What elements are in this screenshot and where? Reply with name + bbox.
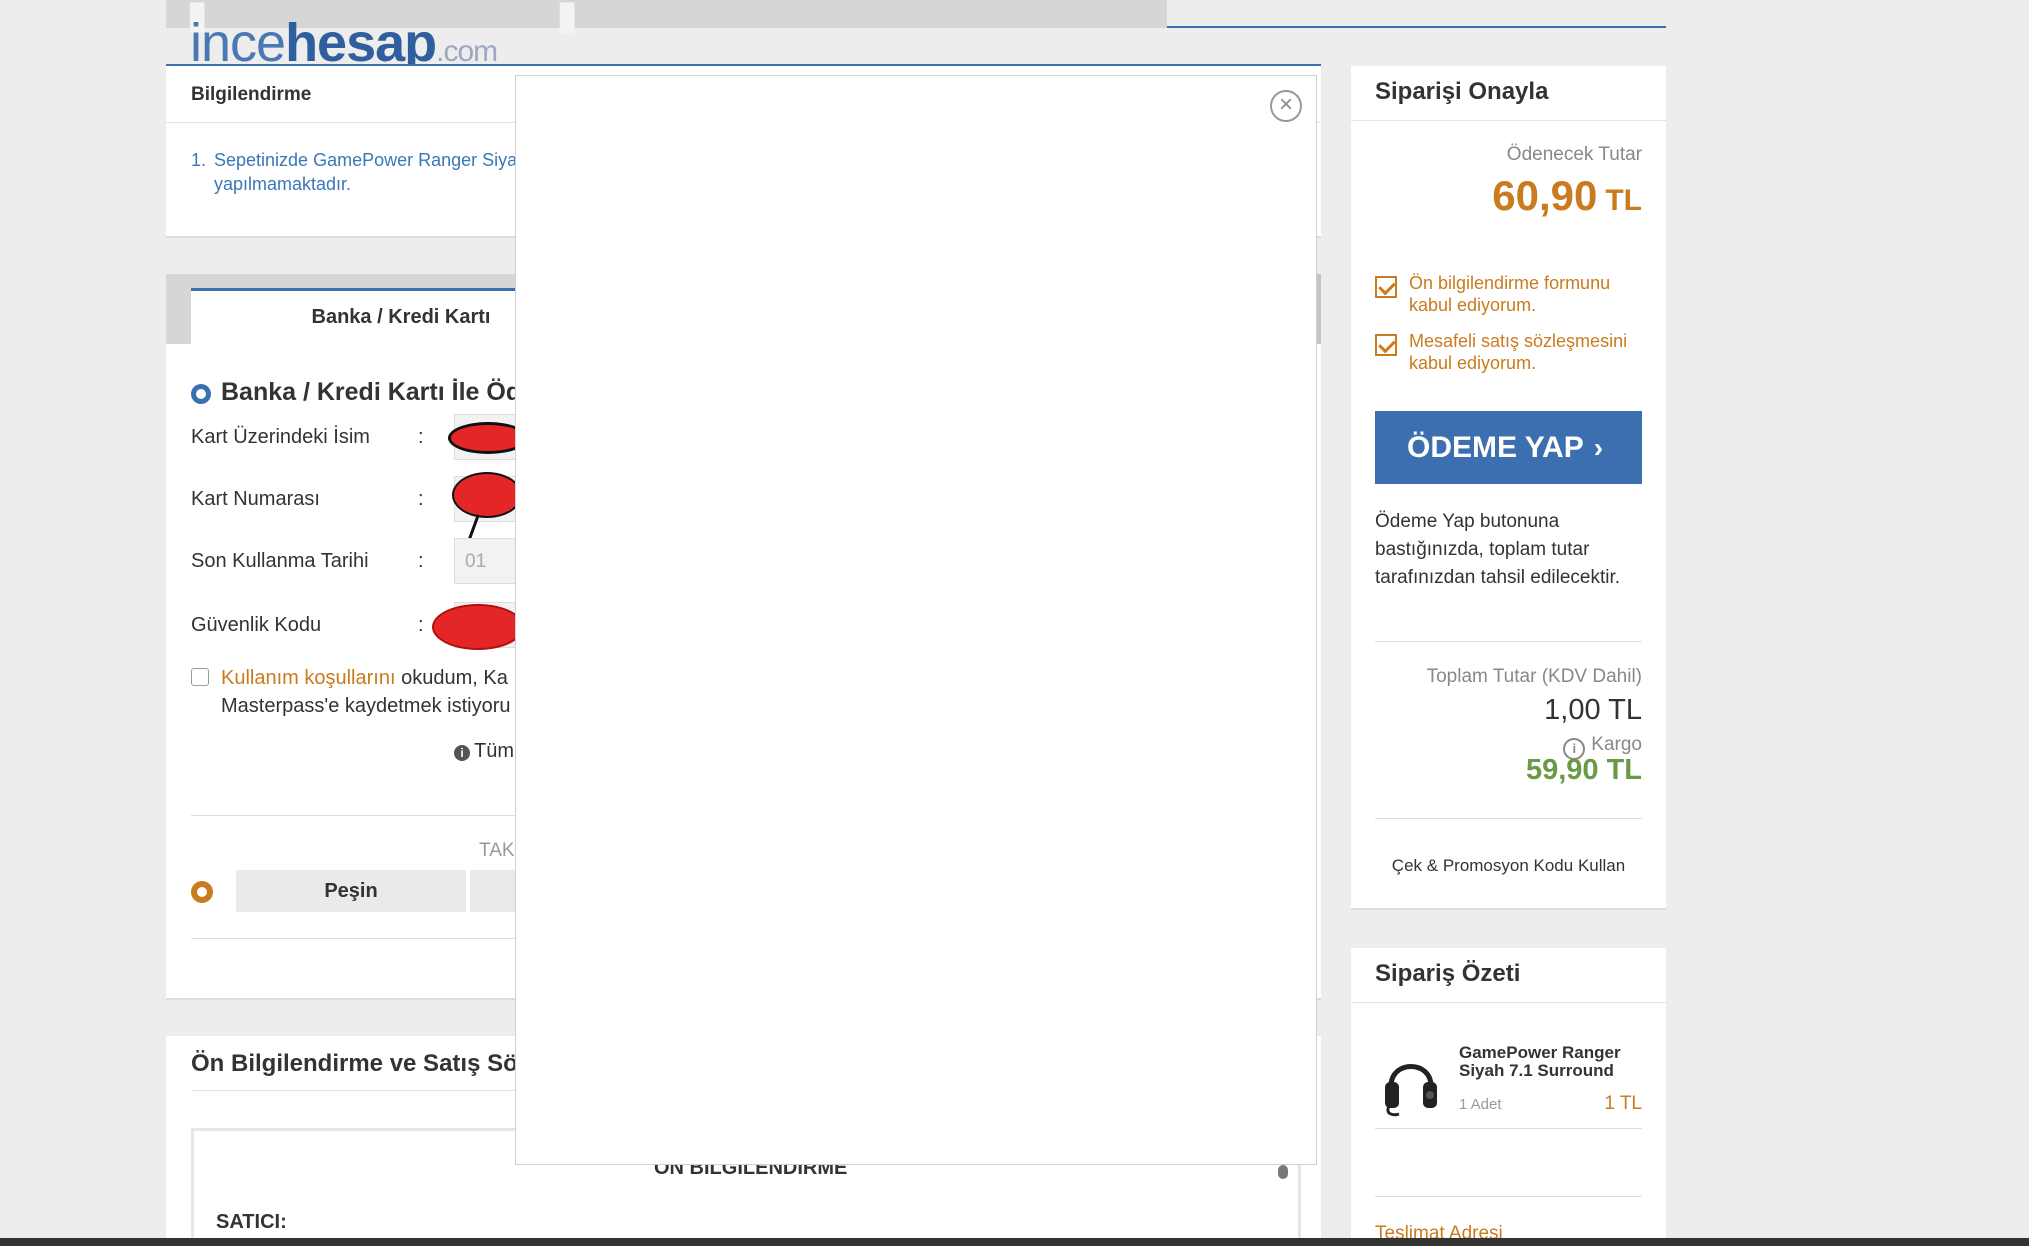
amount-label: Ödenecek Tutar xyxy=(1506,144,1642,165)
field-colon: : xyxy=(418,488,424,510)
order-summary-panel: Sipariş Özeti GamePower Ranger Siyah 7.1… xyxy=(1351,948,1666,1246)
expiry-label: Son Kullanma Tarihi xyxy=(191,550,369,572)
nav-ghost-icon: ▮ xyxy=(556,0,579,37)
search-strip[interactable] xyxy=(1167,0,1666,28)
confirm-order-panel: Siparişi Onayla Ödenecek Tutar 60,90 TL Ö… xyxy=(1351,66,1666,910)
info-icon: i xyxy=(454,745,470,761)
preinfo-accept-label[interactable]: Ön bilgilendirme formunu kabul ediyorum. xyxy=(1409,272,1649,316)
divider xyxy=(1351,1002,1666,1003)
modal-dialog: × xyxy=(516,76,1316,1164)
product-quantity: 1 Adet xyxy=(1459,1096,1502,1113)
contract-accept-label[interactable]: Mesafeli satış sözleşmesini kabul ediyor… xyxy=(1409,330,1649,374)
info-item-number: 1. xyxy=(191,150,207,170)
installment-radio[interactable] xyxy=(191,881,213,903)
confirm-title: Siparişi Onayla xyxy=(1375,78,1549,105)
terms-link[interactable]: Kullanım koşullarını xyxy=(221,667,396,689)
field-colon: : xyxy=(418,426,424,448)
pay-button-label: ÖDEME YAP xyxy=(1407,431,1584,464)
terms-text-1: okudum, Ka xyxy=(395,667,508,689)
masterpass-terms-text: Kullanım koşullarını okudum, Ka Masterpa… xyxy=(221,664,510,720)
close-icon[interactable]: × xyxy=(1270,90,1302,122)
contract-accept-checkbox[interactable] xyxy=(1375,334,1397,356)
preinfo-title: Ön Bilgilendirme ve Satış Söz xyxy=(191,1050,530,1077)
divider xyxy=(1351,120,1666,121)
chevron-right-icon: › xyxy=(1593,432,1604,463)
divider xyxy=(1375,818,1642,819)
field-colon: : xyxy=(418,550,424,572)
shipping-label-text: Kargo xyxy=(1591,734,1642,755)
bottom-bar xyxy=(0,1238,2029,1246)
divider xyxy=(1375,1196,1642,1197)
amount-value: 60,90 TL xyxy=(1492,172,1642,220)
pay-button[interactable]: ÖDEME YAP › xyxy=(1375,411,1642,484)
headset-product-image[interactable] xyxy=(1381,1048,1441,1118)
total-label: Toplam Tutar (KDV Dahil) xyxy=(1426,666,1642,687)
amount-number: 60,90 xyxy=(1492,172,1598,219)
product-price: 1 TL xyxy=(1604,1093,1642,1114)
card-number-label: Kart Numarası xyxy=(191,488,320,510)
card-payment-radio[interactable] xyxy=(191,384,211,404)
pay-note: Ödeme Yap butonuna bastığınızda, toplam … xyxy=(1375,511,1621,588)
preinfo-accept-checkbox[interactable] xyxy=(1375,276,1397,298)
terms-text-2: Masterpass'e kaydetmek istiyoru xyxy=(221,695,511,717)
document-seller-label: SATICI: xyxy=(216,1211,287,1233)
amount-currency: TL xyxy=(1605,184,1642,217)
redaction-scribble xyxy=(452,472,522,518)
card-payment-heading: Banka / Kredi Kartı İle Öd xyxy=(221,378,522,406)
shipping-value: 59,90 TL xyxy=(1525,754,1642,786)
all-info-text: Tüm xyxy=(474,740,514,762)
total-value: 1,00 TL xyxy=(1544,694,1642,726)
installment-option-pesin[interactable]: Peşin xyxy=(236,870,466,912)
masterpass-checkbox[interactable] xyxy=(191,668,209,686)
all-info-link[interactable]: i Tüm xyxy=(454,740,514,763)
card-name-label: Kart Üzerindeki İsim xyxy=(191,426,370,448)
document-scrollbar[interactable] xyxy=(1278,1165,1288,1179)
security-code-label: Güvenlik Kodu xyxy=(191,614,322,636)
info-panel-title: Bilgilendirme xyxy=(191,84,312,105)
divider xyxy=(1375,641,1642,642)
redaction-scribble xyxy=(432,604,524,650)
field-colon: : xyxy=(418,614,424,636)
summary-title: Sipariş Özeti xyxy=(1375,960,1521,987)
product-name[interactable]: GamePower Ranger Siyah 7.1 Surround xyxy=(1459,1044,1629,1080)
promo-code-link[interactable]: Çek & Promosyon Kodu Kullan xyxy=(1351,856,1666,876)
installment-header: TAK xyxy=(479,840,515,861)
divider xyxy=(1375,1128,1642,1129)
